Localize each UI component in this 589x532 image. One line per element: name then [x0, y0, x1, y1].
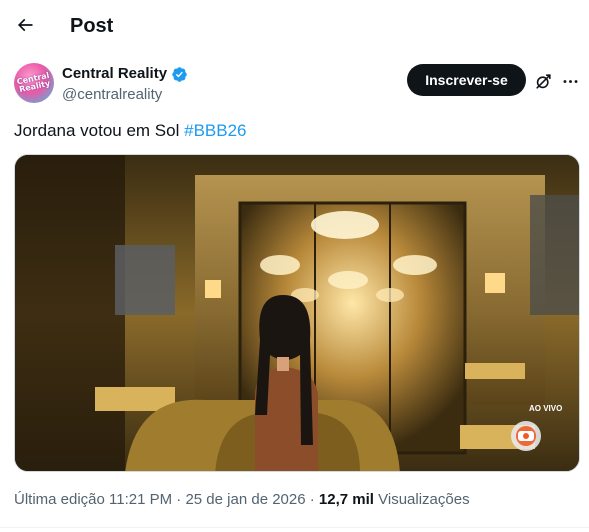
- tweet-body: Jordana votou em Sol: [14, 121, 180, 140]
- back-button[interactable]: [10, 10, 40, 40]
- author-block: Central Reality @centralreality: [62, 64, 188, 105]
- tweet-media[interactable]: AO VIVO: [14, 154, 580, 472]
- avatar-logo-text: Central Reality: [16, 70, 52, 95]
- hashtag-link[interactable]: #BBB26: [184, 121, 246, 140]
- author-handle[interactable]: @centralreality: [62, 85, 188, 105]
- svg-text:AO VIVO: AO VIVO: [529, 404, 562, 413]
- arrow-left-icon: [17, 18, 33, 32]
- top-bar: Post: [0, 0, 589, 53]
- avatar[interactable]: Central Reality: [14, 63, 54, 103]
- views-count: 12,7 mil: [318, 491, 374, 508]
- more-horizontal-icon: [563, 79, 577, 83]
- grok-icon: [535, 73, 551, 89]
- author-name[interactable]: Central Reality: [62, 64, 167, 84]
- more-button[interactable]: [559, 70, 581, 92]
- subscribe-button[interactable]: Inscrever-se: [407, 64, 526, 96]
- tweet-text: Jordana votou em Sol #BBB26: [14, 120, 247, 142]
- tweet-meta: Última edição 11:21 PM · 25 de jan de 20…: [14, 490, 470, 510]
- media-scene: AO VIVO: [15, 155, 579, 471]
- author-name-row: Central Reality: [62, 64, 188, 84]
- grok-button[interactable]: [532, 70, 554, 92]
- verified-badge-icon[interactable]: [171, 66, 188, 83]
- meta-separator: ·: [305, 491, 319, 508]
- timestamp[interactable]: Última edição 11:21 PM · 25 de jan de 20…: [14, 491, 306, 508]
- views-label: Visualizações: [378, 491, 470, 508]
- page-title: Post: [70, 15, 114, 37]
- divider: [0, 527, 589, 528]
